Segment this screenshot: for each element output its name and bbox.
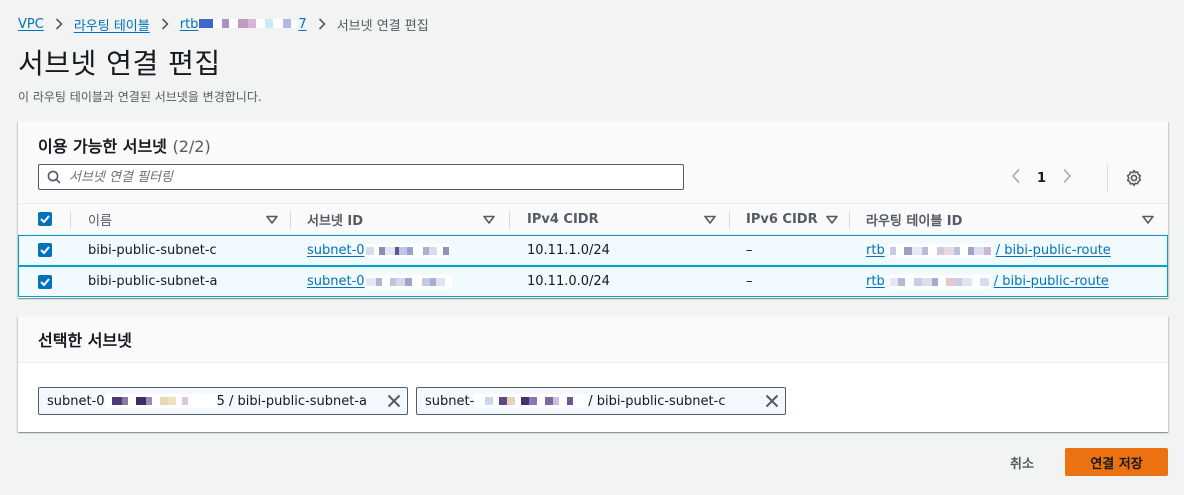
route-table-link[interactable]: rtb / bibi-public-route [866,267,1109,296]
redacted-id [199,17,298,29]
column-route-table-id[interactable]: 라우팅 테이블 ID [866,204,1154,235]
column-divider [849,211,850,229]
breadcrumb: VPC 라우팅 테이블 rtb 7 서브넷 연결 편집 [18,14,429,34]
subnet-id-link[interactable]: subnet-0 [307,236,450,265]
redacted-id [888,274,990,289]
column-divider [729,211,730,229]
selection-count: (2/2) [172,137,211,156]
page-title: 서브넷 연결 편집 [18,47,221,80]
breadcrumb-route-table-id[interactable]: rtb 7 [180,17,307,32]
table-row[interactable]: bibi-public-subnet-c subnet-0 10.11.1.0/… [18,235,1168,266]
available-subnets-panel: 이용 가능한 서브넷 (2/2) 1 이름 [18,121,1168,298]
selected-subnet-token: subnet- / bibi-public-subnet-c [416,387,786,415]
sort-down-icon [826,214,838,224]
pagination: 1 [1011,168,1072,188]
chevron-right-icon [318,18,326,30]
column-ipv6-cidr[interactable]: IPv6 CIDR [746,204,838,235]
page-number[interactable]: 1 [1037,171,1046,186]
cancel-button[interactable]: 취소 [994,448,1050,476]
table-row[interactable]: bibi-public-subnet-a subnet-0 10.11.0.0/… [18,266,1168,297]
subnet-filter-input[interactable] [69,169,629,185]
redacted-id [364,274,452,289]
sort-down-icon [483,214,495,224]
ipv4-cidr: 10.11.1.0/24 [527,243,610,258]
column-ipv4-cidr[interactable]: IPv4 CIDR [527,204,716,235]
gear-icon[interactable] [1125,169,1143,187]
remove-token-icon[interactable] [387,394,401,408]
table-header: 이름 서브넷 ID IPv4 CIDR IPv6 CIDR 라우팅 테이블 ID [18,203,1168,235]
subnet-filter[interactable] [38,164,684,190]
redacted-id [888,243,992,258]
pager-divider [1107,165,1108,191]
redacted-id [474,394,589,408]
subnet-id-link[interactable]: subnet-0 [307,267,452,296]
search-icon [47,170,61,184]
chevron-right-icon [55,18,63,30]
sort-down-icon [704,214,716,224]
sort-down-icon [1142,214,1154,224]
redacted-id [364,243,450,258]
column-divider [290,211,291,229]
select-all-checkbox[interactable] [38,212,52,226]
breadcrumb-vpc[interactable]: VPC [18,17,44,32]
ipv6-cidr: – [746,243,753,258]
next-page-icon[interactable] [1062,168,1072,188]
ipv6-cidr: – [746,274,753,289]
save-associations-button[interactable]: 연결 저장 [1065,448,1168,476]
row-checkbox[interactable] [38,275,52,289]
column-divider [70,211,71,229]
available-subnets-title: 이용 가능한 서브넷 (2/2) [38,137,211,156]
selected-subnet-token: subnet-0 5 / bibi-public-subnet-a [38,387,408,415]
selected-subnets-panel: 선택한 서브넷 subnet-0 5 / bibi-public-subnet-a… [18,316,1168,432]
page-description: 이 라우팅 테이블과 연결된 서브넷을 변경합니다. [18,90,262,104]
column-divider [509,211,510,229]
subnet-name: bibi-public-subnet-a [88,274,218,289]
ipv4-cidr: 10.11.0.0/24 [527,274,610,289]
selected-subnets-title: 선택한 서브넷 [38,331,132,350]
chevron-right-icon [161,18,169,30]
remove-token-icon[interactable] [765,394,779,408]
column-subnet-id[interactable]: 서브넷 ID [307,204,495,235]
prev-page-icon[interactable] [1011,168,1021,188]
subnet-name: bibi-public-subnet-c [88,243,217,258]
route-table-link[interactable]: rtb / bibi-public-route [866,236,1111,265]
selected-subnets-header: 선택한 서브넷 [18,316,1168,363]
redacted-id [104,394,217,408]
row-checkbox[interactable] [38,243,52,257]
column-name[interactable]: 이름 [88,204,278,235]
breadcrumb-current: 서브넷 연결 편집 [336,18,429,34]
sort-down-icon [266,214,278,224]
breadcrumb-route-tables[interactable]: 라우팅 테이블 [74,15,150,34]
